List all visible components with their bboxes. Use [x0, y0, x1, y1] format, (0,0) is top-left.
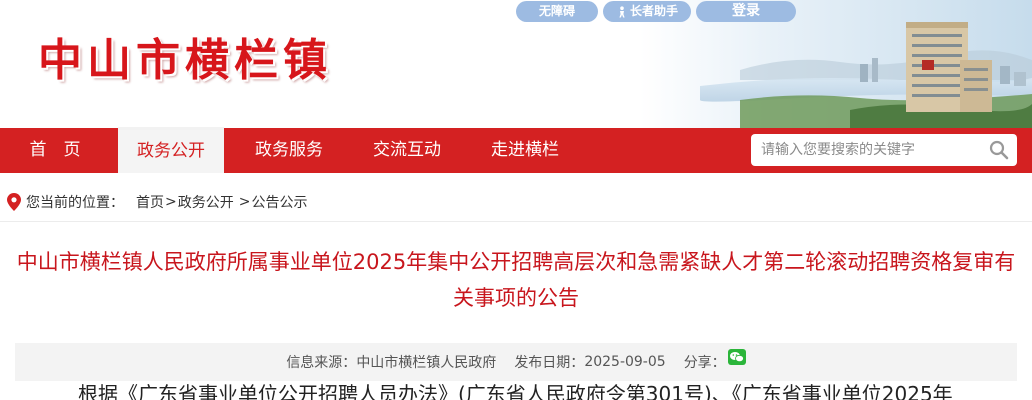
article-body-first-line: 根据《广东省事业单位公开招聘人员办法》(广东省人民政府令第301号)、《广东省事… [78, 382, 953, 400]
nav-about-henglan[interactable]: 走进横栏 [472, 128, 578, 173]
location-pin-icon [7, 192, 21, 211]
breadcrumb-government-affairs-link[interactable]: 政务公开 [178, 192, 234, 212]
source-value: 中山市横栏镇人民政府 [356, 355, 497, 371]
elder-assistant-label: 长者助手 [629, 4, 678, 18]
breadcrumb-announcements-link[interactable]: 公告公示 [251, 192, 307, 212]
site-title[interactable]: 中山市横栏镇 [38, 24, 332, 88]
search-button[interactable] [981, 134, 1017, 166]
nav-home[interactable]: 首 页 [0, 128, 110, 173]
breadcrumb-separator: > [165, 193, 177, 210]
breadcrumb-home-link[interactable]: 首页 [136, 192, 164, 212]
article-title: 中山市横栏镇人民政府所属事业单位2025年集中公开招聘高层次和急需紧缺人才第二轮… [16, 250, 1016, 310]
elder-assistant-button[interactable]: 长者助手 [603, 1, 691, 22]
nav-government-affairs[interactable]: 政务公开 [118, 127, 224, 173]
article-meta-bar: 信息来源： 中山市横栏镇人民政府 发布日期： 2025-09-05 分享： [15, 343, 1017, 381]
login-label: 登录 [732, 3, 760, 19]
search-icon [989, 140, 1009, 160]
main-nav: 首 页 政务公开 政务服务 交流互动 走进横栏 [0, 127, 1032, 173]
source-label: 信息来源： [286, 355, 357, 371]
accessibility-button[interactable]: 无障碍 [516, 1, 598, 22]
nav-interaction[interactable]: 交流互动 [354, 128, 460, 173]
elder-person-icon [619, 5, 625, 17]
nav-government-services[interactable]: 政务服务 [236, 128, 342, 173]
breadcrumb-prefix: 您当前的位置： [26, 194, 124, 211]
search-input[interactable] [751, 135, 981, 165]
share-label: 分享： [683, 355, 726, 371]
breadcrumb: 您当前的位置： 首页 > 政务公开 > 公告公示 [0, 182, 1032, 222]
wechat-share-icon[interactable] [727, 349, 746, 365]
date-label: 发布日期： [514, 355, 585, 371]
breadcrumb-separator: > [238, 193, 251, 210]
date-value: 2025-09-05 [584, 354, 666, 370]
top-links: 无障碍 长者助手 登录 [516, 1, 796, 23]
login-button[interactable]: 登录 [696, 1, 796, 22]
site-header: 中山市横栏镇 无障碍 长者助手 登录 [0, 0, 1032, 128]
search-box [751, 134, 1017, 166]
accessibility-label: 无障碍 [538, 4, 575, 18]
